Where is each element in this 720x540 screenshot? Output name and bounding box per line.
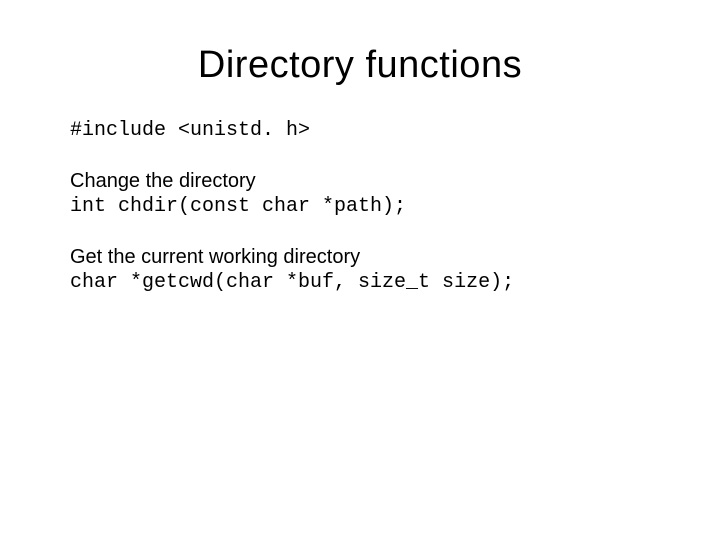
include-directive: #include <unistd. h> bbox=[70, 119, 650, 142]
section-heading-getcwd: Get the current working directory bbox=[70, 246, 650, 269]
code-getcwd-signature: char *getcwd(char *buf, size_t size); bbox=[70, 271, 650, 294]
page-title: Directory functions bbox=[70, 44, 650, 87]
section-heading-chdir: Change the directory bbox=[70, 170, 650, 193]
code-chdir-signature: int chdir(const char *path); bbox=[70, 195, 650, 218]
